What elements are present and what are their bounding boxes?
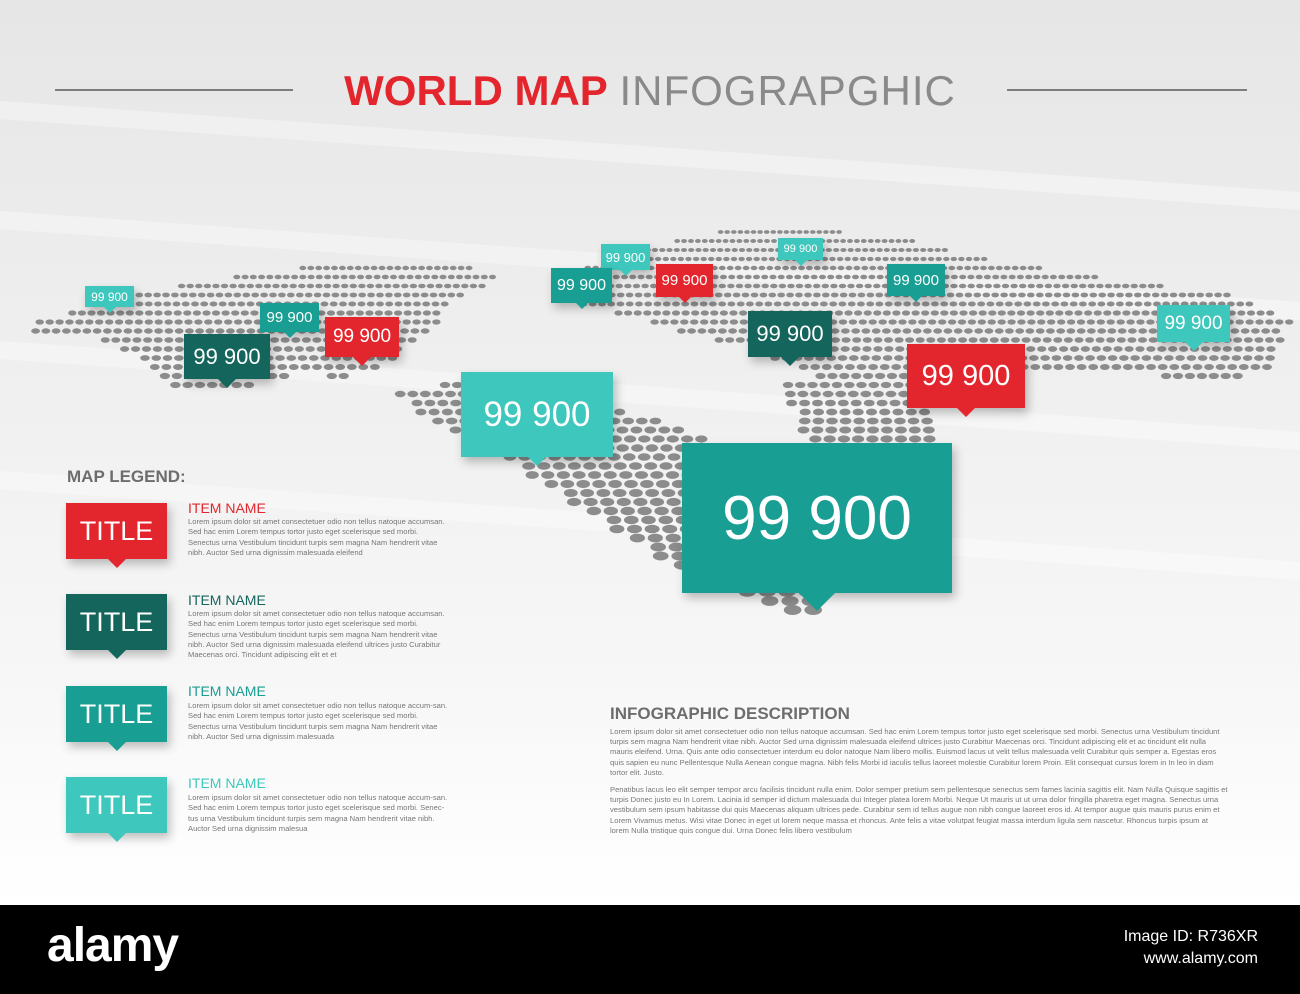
map-pin-5: 99 900 [601,244,650,276]
map-pin-10: 99 900 [748,311,832,366]
map-pin-8: 99 900 [778,238,823,266]
map-pin-6: 99 900 [551,268,612,309]
legend-badge-1: TITLE [66,503,167,568]
map-pin-1: 99 900 [85,286,134,313]
infographic-canvas: WORLD MAP INFOGRAPGHIC 99 900 99 900 99 90… [0,0,1300,905]
map-pin-11: 99 900 [907,344,1025,417]
stock-url: www.alamy.com [1143,950,1258,967]
legend-badge-2: TITLE [66,594,167,659]
legend-badge-4: TITLE [66,777,167,842]
stock-footer-bar [0,905,1300,994]
legend-badge-3: TITLE [66,686,167,751]
map-pin-9: 99 900 [887,264,945,302]
legend-item-text-4: Lorem ipsum dolor sit amet consectetuer … [188,793,448,833]
map-pin-2: 99 900 [260,303,319,338]
description-paragraph-1: Lorem ipsum dolor sit amet consectetuer … [610,727,1220,777]
legend-item-name-3: ITEM NAME [188,683,266,699]
legend-item-name-4: ITEM NAME [188,775,266,791]
map-pin-3: 99 900 [184,334,270,388]
map-pin-12: 99 900 [1157,305,1230,351]
map-pin-7: 99 900 [656,264,713,303]
legend-item-name-2: ITEM NAME [188,592,266,608]
stock-image-id: Image ID: R736XR [1123,928,1258,945]
map-pin-14: 99 900 [682,443,952,611]
alamy-logo: alamy [47,919,179,972]
description-heading: INFOGRAPHIC DESCRIPTION [610,704,850,723]
legend-heading: MAP LEGEND: [67,467,186,486]
legend-item-text-2: Lorem ipsum dolor sit amet consectetuer … [188,609,445,660]
legend-item-text-1: Lorem ipsum dolor sit amet consectetuer … [188,517,445,557]
map-pin-4: 99 900 [325,317,399,366]
legend-item-name-1: ITEM NAME [188,500,266,516]
legend-item-text-3: Lorem ipsum dolor sit amet consectetuer … [188,701,448,741]
map-pin-13: 99 900 [461,372,613,466]
description-paragraph-2: Penatibus lacus leo elit semper tempor a… [610,785,1228,835]
